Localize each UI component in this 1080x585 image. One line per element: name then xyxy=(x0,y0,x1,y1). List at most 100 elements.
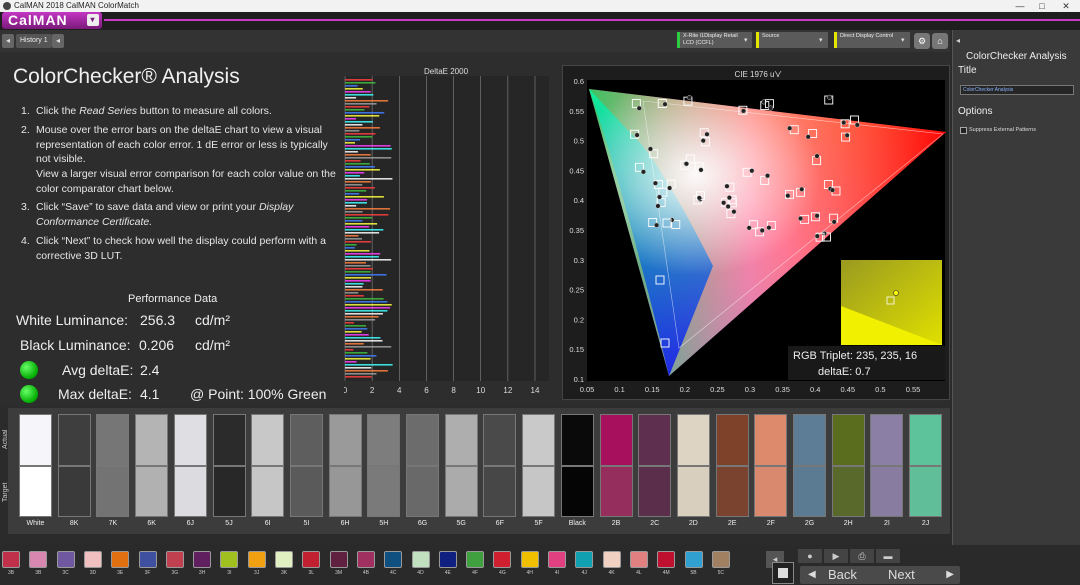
home-icon[interactable]: ⌂ xyxy=(932,33,948,49)
actual-swatch[interactable] xyxy=(96,414,130,466)
strip-swatch[interactable] xyxy=(411,551,430,568)
target-swatch[interactable] xyxy=(96,466,130,517)
strip-swatch[interactable] xyxy=(83,551,102,568)
target-swatch[interactable] xyxy=(173,466,207,517)
strip-swatch[interactable] xyxy=(466,551,485,568)
target-swatch[interactable] xyxy=(19,466,52,517)
strip-swatch[interactable] xyxy=(56,551,75,568)
target-swatch[interactable] xyxy=(599,466,633,517)
strip-swatch[interactable] xyxy=(629,551,648,568)
target-swatch[interactable] xyxy=(831,466,865,517)
strip-swatch[interactable] xyxy=(520,551,539,568)
display-dropdown-icon[interactable]: ▾ xyxy=(901,36,905,44)
strip-swatch[interactable] xyxy=(111,551,130,568)
panel-collapse-icon[interactable]: ◂ xyxy=(956,36,960,45)
target-swatch[interactable] xyxy=(676,466,710,517)
actual-swatch[interactable] xyxy=(251,414,285,466)
maximize-button[interactable]: □ xyxy=(1032,0,1052,12)
target-swatch[interactable] xyxy=(135,466,169,517)
play-icon[interactable]: ▶ xyxy=(824,549,848,563)
actual-swatch[interactable] xyxy=(754,414,788,466)
cie-chart[interactable]: CIE 1976 u'v' 0.05 0.1 0.15 0.2 0.25 0.3 0.35 0… xyxy=(562,65,950,400)
strip-swatch[interactable] xyxy=(438,551,457,568)
source-selector[interactable]: Source xyxy=(756,32,828,48)
actual-swatch[interactable] xyxy=(522,414,556,466)
settings-gear-icon[interactable]: ⚙ xyxy=(914,33,930,49)
title-input[interactable]: ColorChecker Analysis xyxy=(960,85,1074,95)
source-dropdown-icon[interactable]: ▾ xyxy=(819,36,823,44)
minimize-button[interactable]: — xyxy=(1010,0,1030,12)
actual-swatch[interactable] xyxy=(715,414,749,466)
strip-swatch[interactable] xyxy=(220,551,239,568)
actual-swatch[interactable] xyxy=(909,414,943,466)
tab-history-1[interactable]: History 1 xyxy=(16,34,52,48)
actual-swatch[interactable] xyxy=(406,414,439,466)
strip-swatch[interactable] xyxy=(384,551,403,568)
strip-swatch[interactable] xyxy=(575,551,594,568)
actual-swatch[interactable] xyxy=(328,414,362,466)
actual-swatch[interactable] xyxy=(135,414,169,466)
strip-swatch[interactable] xyxy=(193,551,212,568)
deltae-chart[interactable]: DeltaE 2000 0 2 4 6 8 10 12 14 xyxy=(343,66,549,396)
target-swatch[interactable] xyxy=(289,466,323,517)
strip-swatch[interactable] xyxy=(29,551,48,568)
strip-swatch[interactable] xyxy=(165,551,184,568)
actual-swatch[interactable] xyxy=(212,414,246,466)
actual-swatch[interactable] xyxy=(173,414,207,466)
actual-swatch[interactable] xyxy=(638,414,672,466)
target-swatch[interactable] xyxy=(638,466,672,517)
strip-swatch[interactable] xyxy=(275,551,293,568)
target-swatch[interactable] xyxy=(57,466,91,517)
target-swatch[interactable] xyxy=(793,466,826,517)
target-swatch[interactable] xyxy=(715,466,749,517)
strip-swatch[interactable] xyxy=(138,551,157,568)
strip-swatch[interactable] xyxy=(711,551,730,568)
add-tab-button[interactable]: ◂ xyxy=(52,34,64,48)
actual-swatch[interactable] xyxy=(444,414,478,466)
target-swatch[interactable] xyxy=(406,466,439,517)
suppress-patterns-checkbox[interactable] xyxy=(960,127,967,134)
strip-swatch[interactable] xyxy=(356,551,375,568)
target-swatch[interactable] xyxy=(251,466,285,517)
record-icon[interactable]: ● xyxy=(798,549,822,563)
strip-swatch[interactable] xyxy=(602,551,621,568)
strip-swatch[interactable] xyxy=(302,551,321,568)
strip-swatch[interactable] xyxy=(657,551,676,568)
actual-swatch[interactable] xyxy=(289,414,323,466)
target-swatch[interactable] xyxy=(870,466,904,517)
calman-menu-button[interactable]: CalMAN ▾ xyxy=(2,12,102,29)
strip-swatch[interactable] xyxy=(247,551,266,568)
target-swatch[interactable] xyxy=(328,466,362,517)
target-swatch[interactable] xyxy=(754,466,788,517)
stop-button[interactable] xyxy=(772,562,794,584)
actual-swatch[interactable] xyxy=(483,414,517,466)
close-button[interactable]: ✕ xyxy=(1056,0,1076,12)
actual-swatch[interactable] xyxy=(19,414,52,466)
actual-swatch[interactable] xyxy=(599,414,633,466)
target-swatch[interactable] xyxy=(483,466,517,517)
actual-swatch[interactable] xyxy=(57,414,91,466)
meter-dropdown-icon[interactable]: ▾ xyxy=(744,36,748,44)
target-swatch[interactable] xyxy=(909,466,943,517)
actual-swatch[interactable] xyxy=(870,414,904,466)
strip-swatch[interactable] xyxy=(493,551,512,568)
strip-swatch[interactable] xyxy=(548,551,566,568)
target-swatch[interactable] xyxy=(444,466,478,517)
strip-swatch[interactable] xyxy=(329,551,348,568)
display-selector[interactable]: Direct Display Control xyxy=(834,32,910,48)
actual-swatch[interactable] xyxy=(831,414,865,466)
next-button[interactable]: Next ▶ xyxy=(876,566,960,584)
strip-swatch[interactable] xyxy=(684,551,703,568)
strip-swatch[interactable] xyxy=(2,551,20,568)
target-swatch[interactable] xyxy=(522,466,556,517)
target-swatch[interactable] xyxy=(367,466,401,517)
target-swatch[interactable] xyxy=(212,466,246,517)
options-icon[interactable]: ▬ xyxy=(876,549,900,563)
actual-swatch[interactable] xyxy=(676,414,710,466)
target-swatch[interactable] xyxy=(560,466,594,517)
meter-selector[interactable]: X-Rite i1Display Retail LCD (CCFL) xyxy=(677,32,752,48)
actual-swatch[interactable] xyxy=(793,414,826,466)
save-icon[interactable]: ⎙ xyxy=(850,549,874,563)
back-nav-button[interactable]: ◂ xyxy=(2,34,14,48)
actual-swatch[interactable] xyxy=(367,414,401,466)
